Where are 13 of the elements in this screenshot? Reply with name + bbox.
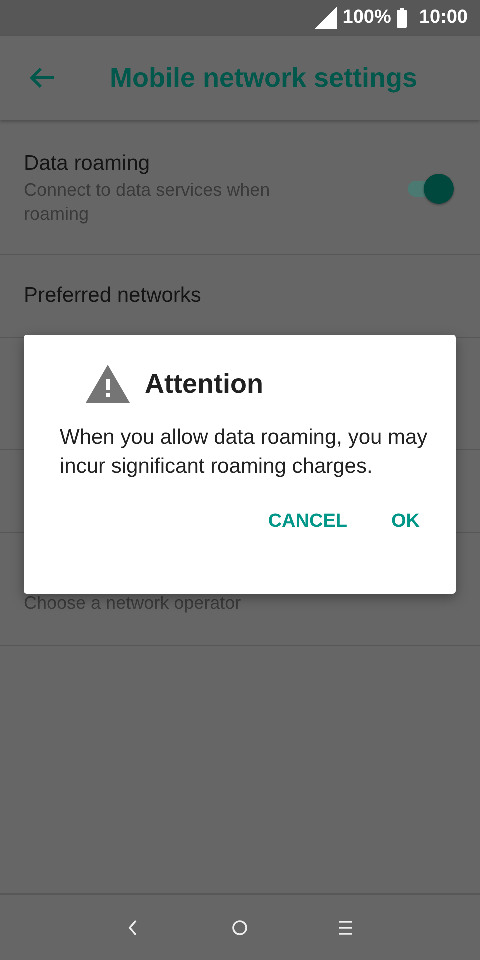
screen-title: Mobile network settings — [110, 62, 418, 94]
signal-icon — [314, 7, 337, 29]
battery-icon — [397, 8, 408, 28]
dialog-title: Attention — [145, 368, 264, 400]
cancel-button[interactable]: CANCEL — [256, 503, 360, 541]
battery-percentage: 100% — [342, 7, 392, 29]
clock: 10:00 — [419, 7, 468, 29]
setting-title: Preferred networks — [24, 283, 202, 309]
warning-icon — [86, 365, 130, 403]
ok-button[interactable]: OK — [380, 503, 432, 541]
setting-title: Data roaming — [24, 151, 152, 177]
nav-home-icon[interactable] — [230, 918, 250, 938]
dialog-message: When you allow data roaming, you may incur significant roaming charges. — [60, 425, 429, 480]
